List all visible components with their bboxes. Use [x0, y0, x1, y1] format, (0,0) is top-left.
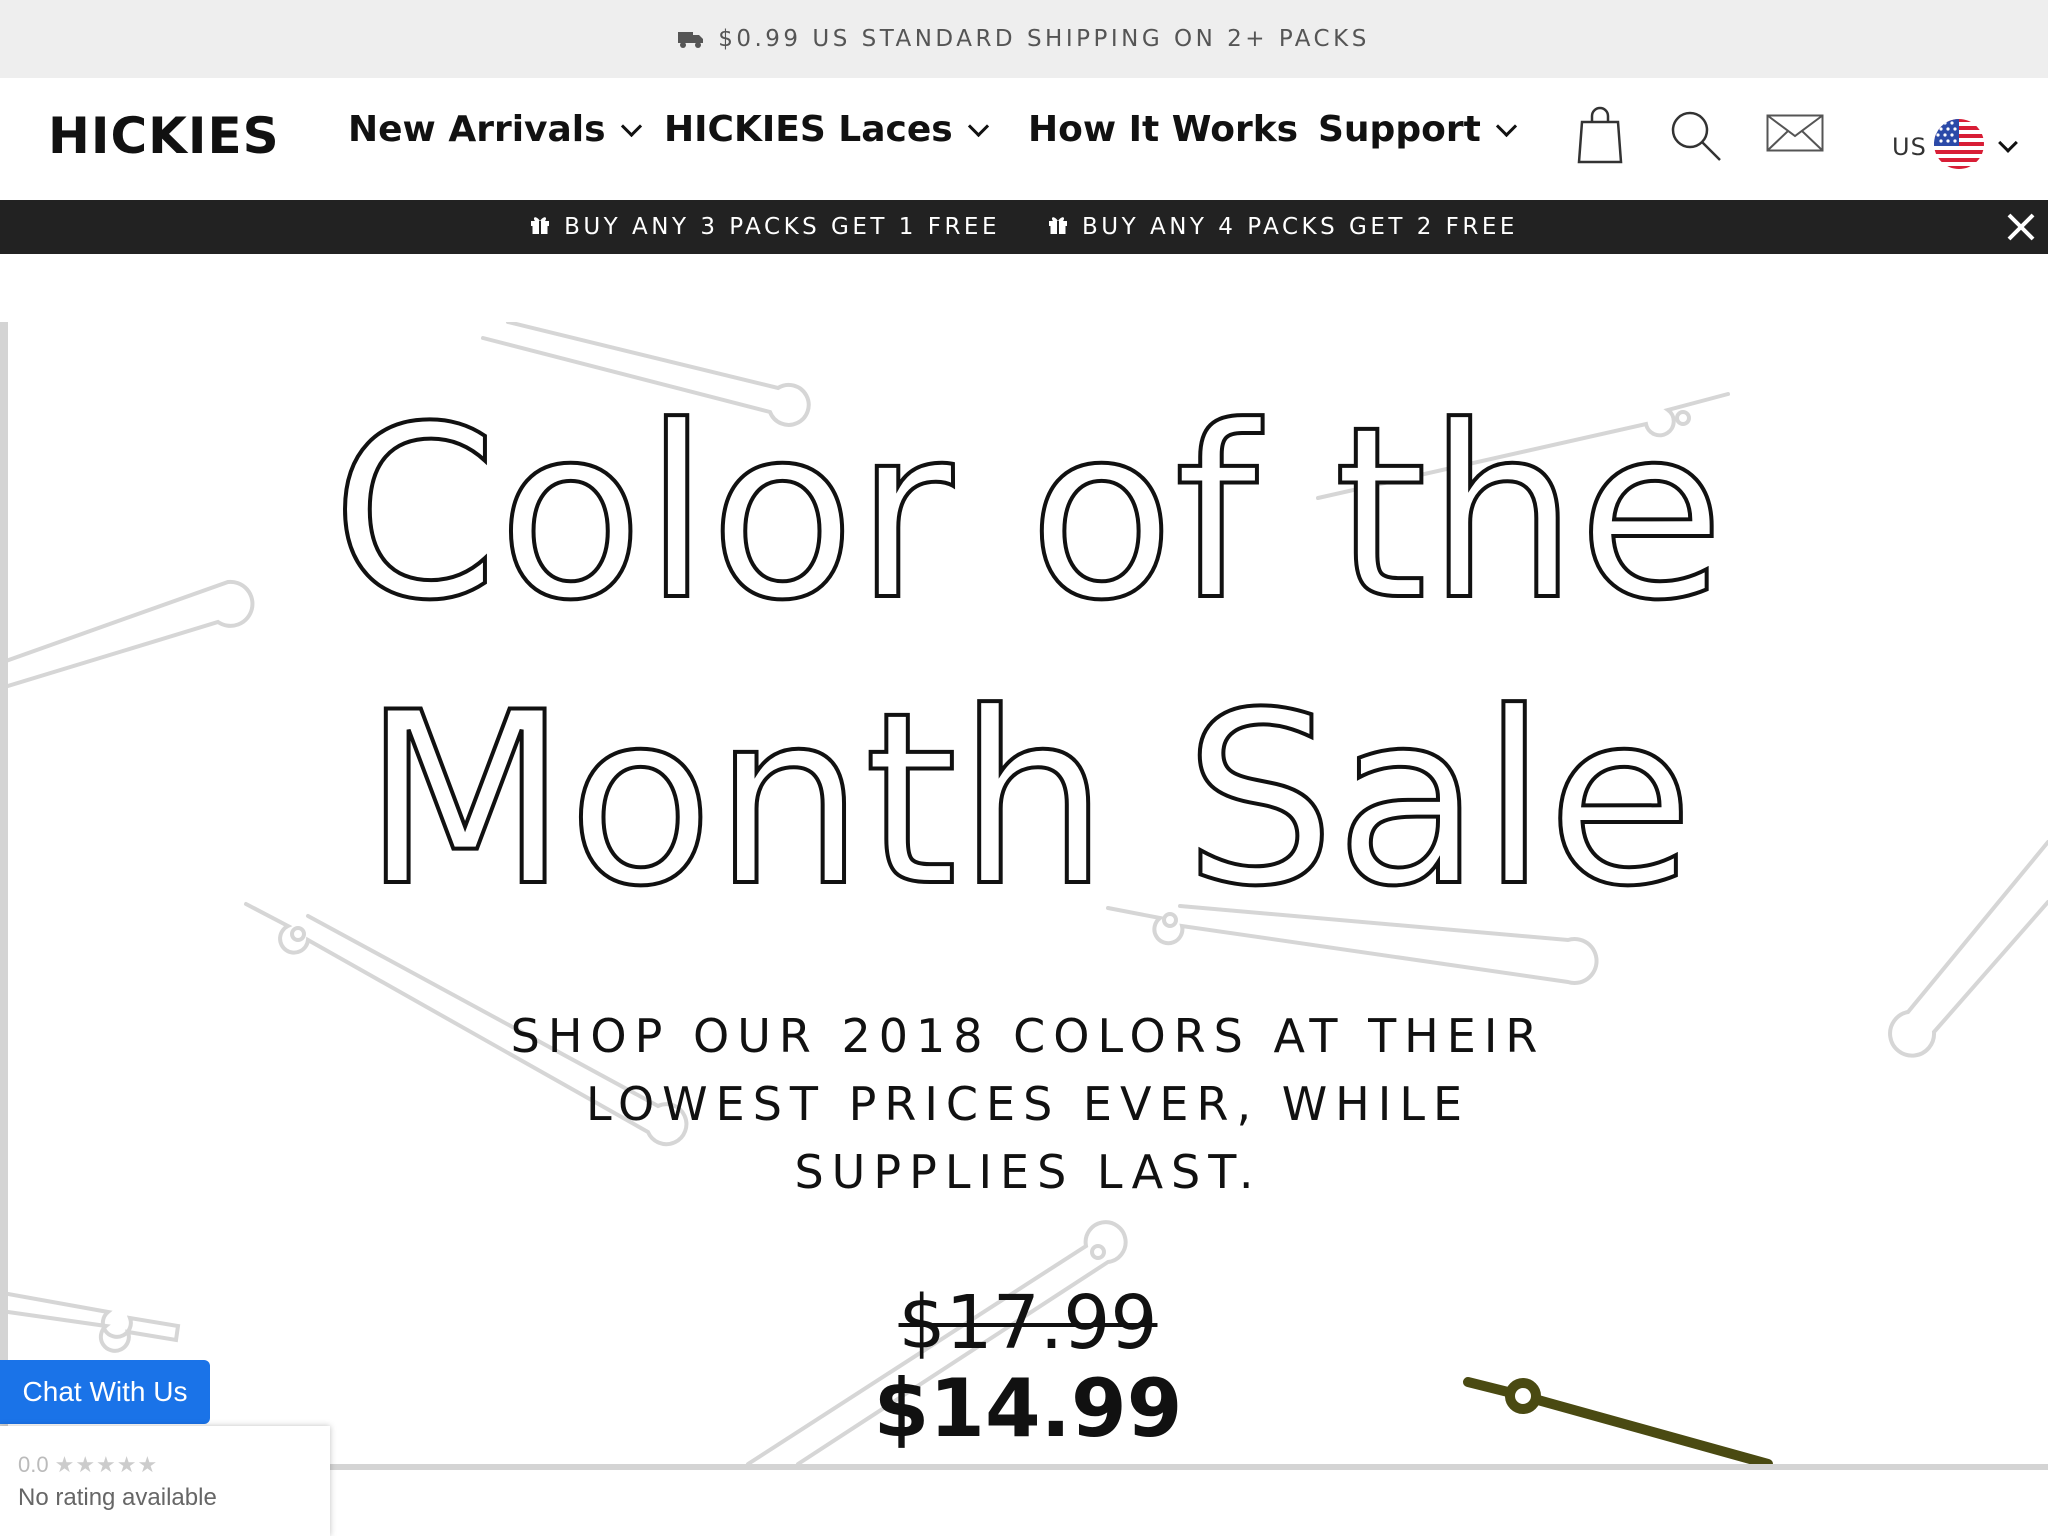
rating-summary: 0.0 ★★★★★ — [18, 1452, 158, 1478]
nav-how-it-works[interactable]: How It Works — [1028, 112, 1298, 148]
chevron-down-icon — [967, 115, 989, 137]
chevron-down-icon — [1997, 132, 2018, 153]
gift-icon — [530, 214, 550, 240]
nav-hickies-laces[interactable]: HICKIES Laces — [664, 109, 989, 150]
promo-banner: BUY ANY 3 PACKS GET 1 FREE BUY ANY 4 PAC… — [0, 200, 2048, 254]
us-flag-icon — [1933, 118, 1985, 175]
promo-text: BUY ANY 4 PACKS GET 2 FREE — [1082, 214, 1518, 240]
close-icon[interactable] — [2004, 210, 2038, 244]
rating-widget[interactable]: 0.0 ★★★★★ No rating available — [0, 1426, 330, 1536]
nav-label: New Arrivals — [348, 109, 606, 150]
nav-support[interactable]: Support — [1318, 109, 1517, 150]
rating-stars: ★★★★★ — [54, 1452, 159, 1477]
truck-icon — [678, 30, 704, 48]
currency-selector[interactable]: US — [1892, 118, 2018, 175]
hero-subtitle-line: SUPPLIES LAST. — [794, 1145, 1262, 1199]
chevron-down-icon — [620, 115, 642, 137]
hero-banner[interactable]: Color of the Month Sale SHOP OUR 2018 CO… — [0, 322, 2048, 1470]
currency-code: US — [1892, 132, 1927, 161]
site-header: HICKIES New Arrivals HICKIES Laces How I… — [0, 78, 2048, 200]
shipping-text: $0.99 US STANDARD SHIPPING ON 2+ PACKS — [718, 26, 1370, 52]
original-price: $17.99 — [898, 1280, 1158, 1366]
promo-item: BUY ANY 3 PACKS GET 1 FREE — [530, 214, 1000, 240]
hero-subtitle-line: SHOP OUR 2018 COLORS AT THEIR — [510, 1009, 1546, 1063]
hero-title-line2: Month Sale — [360, 662, 1695, 939]
gift-icon — [1048, 214, 1068, 240]
hero-subtitle: SHOP OUR 2018 COLORS AT THEIR LOWEST PRI… — [8, 1002, 2048, 1206]
shopping-bag-icon[interactable] — [1576, 104, 1624, 171]
chat-with-us-button[interactable]: Chat With Us — [0, 1360, 210, 1424]
rating-text: No rating available — [18, 1484, 217, 1511]
nav-label: How It Works — [1028, 109, 1299, 150]
mail-icon[interactable] — [1766, 114, 1824, 157]
hero-title-line1: Color of the — [330, 376, 1727, 653]
nav-label: Support — [1318, 109, 1481, 150]
nav-label: HICKIES Laces — [664, 109, 953, 150]
chevron-down-icon — [1495, 115, 1517, 137]
promo-item: BUY ANY 4 PACKS GET 2 FREE — [1048, 214, 1518, 240]
promo-text: BUY ANY 3 PACKS GET 1 FREE — [564, 214, 1000, 240]
shipping-banner: $0.99 US STANDARD SHIPPING ON 2+ PACKS — [0, 0, 2048, 78]
site-logo[interactable]: HICKIES — [48, 111, 280, 161]
search-icon[interactable] — [1670, 110, 1722, 167]
hero-subtitle-line: LOWEST PRICES EVER, WHILE — [585, 1077, 1471, 1131]
rating-score: 0.0 — [18, 1452, 49, 1477]
nav-new-arrivals[interactable]: New Arrivals — [348, 109, 642, 150]
